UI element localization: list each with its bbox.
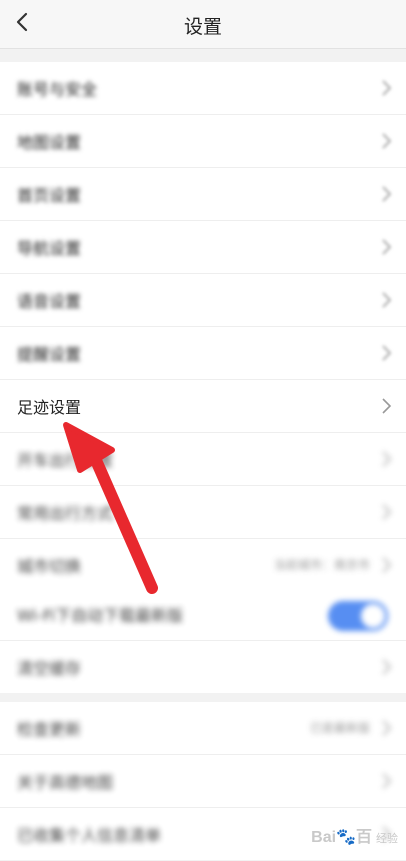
row-label: 已收集个人信息清单	[17, 826, 162, 845]
page-title: 设置	[183, 16, 222, 38]
watermark-brand: Bai🐾百	[311, 829, 372, 846]
toggle-knob	[361, 604, 385, 628]
chevron-right-icon	[382, 133, 392, 149]
settings-row-check-update[interactable]: 检查更新 已是最新版	[0, 702, 406, 755]
chevron-right-icon	[382, 186, 392, 202]
settings-row-reminder[interactable]: 提醒设置	[0, 327, 406, 380]
row-label: 关于高德地图	[17, 773, 114, 792]
row-label: 导航设置	[17, 239, 82, 258]
settings-row-navigation[interactable]: 导航设置	[0, 221, 406, 274]
chevron-right-icon	[382, 451, 392, 467]
watermark-sub: 经验	[376, 833, 398, 845]
settings-row-voice[interactable]: 语音设置	[0, 274, 406, 327]
row-label: 提醒设置	[17, 345, 82, 364]
settings-row-wifi-download[interactable]: Wi-Fi下自动下载最新版	[0, 588, 406, 641]
settings-row-map[interactable]: 地图设置	[0, 115, 406, 168]
wifi-download-toggle[interactable]	[328, 601, 388, 631]
nav-bar: 设置	[0, 0, 406, 49]
settings-row-footprint[interactable]: 足迹设置	[0, 380, 406, 433]
row-label: 城市切换	[17, 557, 82, 576]
settings-row-city[interactable]: 城市切换 当前城市：南京市	[0, 539, 406, 591]
row-label: 地图设置	[17, 133, 82, 152]
row-label: 足迹设置	[17, 398, 82, 417]
settings-group-main: 账号与安全 地图设置 首页设置 导航设置 语音设置 提醒设置 足迹设置 开车出行…	[0, 62, 406, 591]
settings-row-account[interactable]: 账号与安全	[0, 62, 406, 115]
chevron-right-icon	[382, 292, 392, 308]
settings-group-storage: Wi-Fi下自动下载最新版 清空缓存	[0, 588, 406, 693]
row-label: 账号与安全	[17, 80, 98, 99]
chevron-right-icon	[382, 80, 392, 96]
settings-row-clear-cache[interactable]: 清空缓存	[0, 641, 406, 693]
settings-row-driving[interactable]: 开车出行设置	[0, 433, 406, 486]
row-label: 常用出行方式	[17, 504, 114, 523]
settings-row-home[interactable]: 首页设置	[0, 168, 406, 221]
watermark: Bai🐾百 经验	[311, 823, 398, 847]
update-status-value: 已是最新版	[309, 721, 370, 735]
chevron-right-icon	[382, 504, 392, 520]
row-label: 检查更新	[17, 720, 82, 739]
row-label: 首页设置	[17, 186, 82, 205]
current-city-value: 当前城市：南京市	[273, 558, 370, 572]
chevron-right-icon	[382, 659, 392, 675]
row-label: Wi-Fi下自动下载最新版	[17, 606, 184, 625]
chevron-right-icon	[382, 720, 392, 736]
chevron-right-icon	[382, 345, 392, 361]
settings-row-travel-mode[interactable]: 常用出行方式	[0, 486, 406, 539]
chevron-right-icon	[382, 239, 392, 255]
chevron-right-icon	[382, 398, 392, 414]
row-label: 语音设置	[17, 292, 82, 311]
chevron-right-icon	[382, 557, 392, 573]
settings-row-about[interactable]: 关于高德地图	[0, 755, 406, 808]
row-label: 清空缓存	[17, 659, 82, 678]
row-label: 开车出行设置	[17, 451, 114, 470]
chevron-right-icon	[382, 773, 392, 789]
